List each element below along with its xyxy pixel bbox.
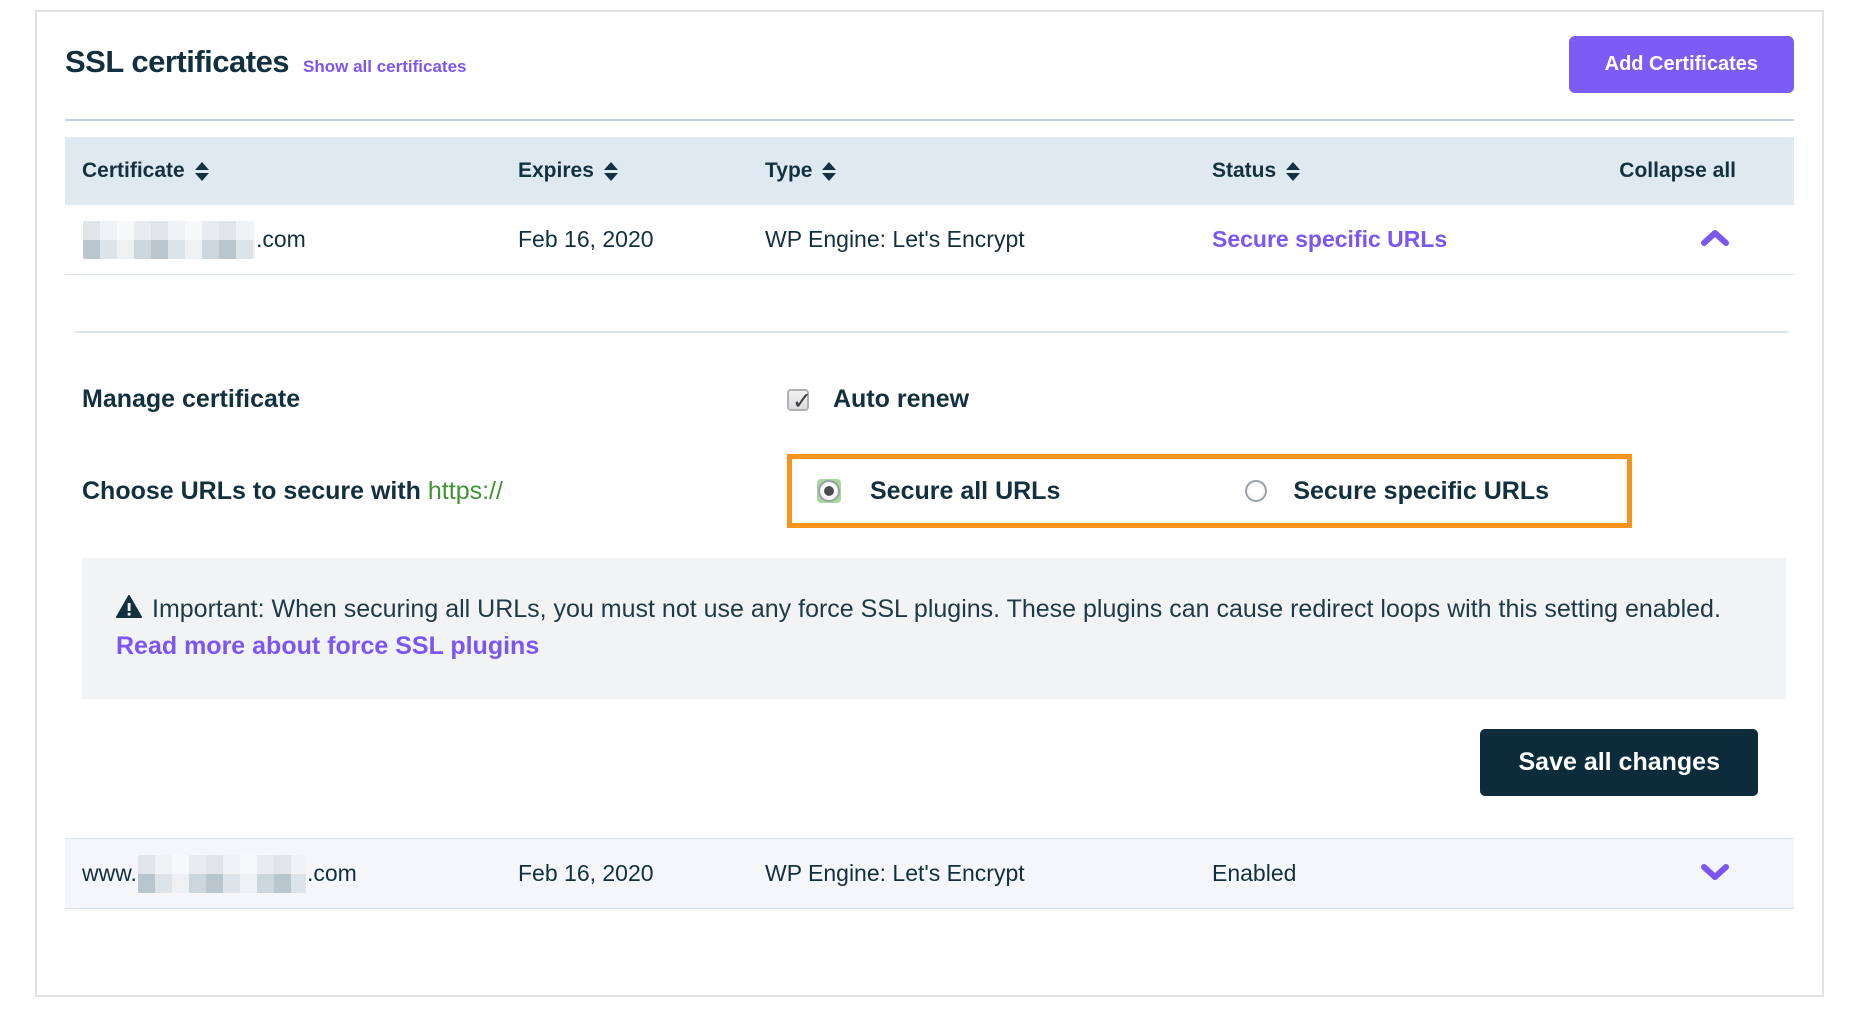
column-header-status: Status — [1212, 159, 1276, 183]
sort-icon-type[interactable] — [822, 162, 836, 181]
expires-cell: Feb 16, 2020 — [518, 226, 765, 253]
table-header-row: Certificate Expires Type Status — [65, 137, 1794, 205]
column-header-type: Type — [765, 159, 812, 183]
page-header: SSL certificates Show all certificates A… — [65, 36, 1794, 93]
certificate-prefix: www. — [82, 860, 137, 887]
warning-message-box: Important: When securing all URLs, you m… — [82, 558, 1786, 699]
manage-certificate-row: Manage certificate ✓ Auto renew — [65, 385, 1794, 414]
page-title: SSL certificates — [65, 44, 289, 80]
ssl-certificates-card: SSL certificates Show all certificates A… — [35, 10, 1824, 997]
column-header-certificate: Certificate — [82, 159, 185, 183]
sort-icon-certificate[interactable] — [195, 162, 209, 181]
table-row-certificate-2: www. .com Feb 16, 2020 WP Engine: Let's E… — [65, 839, 1794, 909]
status-link-secure-specific-urls[interactable]: Secure specific URLs — [1212, 226, 1447, 252]
collapse-all-control[interactable]: Collapse all — [1619, 159, 1736, 182]
type-cell: WP Engine: Let's Encrypt — [765, 860, 1212, 887]
type-cell: WP Engine: Let's Encrypt — [765, 226, 1212, 253]
table-row-certificate-1: .com Feb 16, 2020 WP Engine: Let's Encry… — [65, 205, 1794, 275]
radio-label-secure-all: Secure all URLs — [870, 477, 1060, 506]
warning-text: Important: When securing all URLs, you m… — [152, 595, 1721, 623]
column-header-expires: Expires — [518, 159, 594, 183]
choose-urls-text: Choose URLs to secure with — [82, 477, 421, 505]
chevron-down-icon[interactable] — [1700, 860, 1730, 887]
certificate-name-cell: .com — [65, 221, 518, 259]
https-protocol-text: https:// — [428, 477, 503, 505]
panel-divider — [75, 331, 1788, 333]
certificate-suffix: .com — [307, 860, 357, 887]
certificate-suffix: .com — [256, 226, 306, 253]
header-divider — [65, 119, 1794, 121]
chevron-up-icon[interactable] — [1700, 226, 1730, 253]
add-certificates-button[interactable]: Add Certificates — [1569, 36, 1794, 93]
auto-renew-checkbox[interactable]: ✓ — [787, 389, 809, 411]
auto-renew-label: Auto renew — [833, 385, 969, 414]
manage-certificate-label: Manage certificate — [65, 385, 787, 414]
show-all-certificates-link[interactable]: Show all certificates — [303, 57, 466, 77]
choose-urls-label: Choose URLs to secure with https:// — [65, 477, 787, 506]
radio-selected-icon[interactable] — [818, 480, 840, 502]
sort-icon-status[interactable] — [1286, 162, 1300, 181]
redacted-domain-blur — [83, 221, 255, 259]
radio-option-secure-all-urls[interactable]: Secure all URLs — [814, 476, 1060, 506]
sort-icon-expires[interactable] — [604, 162, 618, 181]
save-all-changes-button[interactable]: Save all changes — [1480, 729, 1758, 796]
choose-urls-row: Choose URLs to secure with https:// Secu… — [65, 454, 1794, 528]
certificate-name-cell: www. .com — [65, 855, 518, 893]
certificates-table: Certificate Expires Type Status — [65, 137, 1794, 909]
expires-cell: Feb 16, 2020 — [518, 860, 765, 887]
certificate-detail-panel: Manage certificate ✓ Auto renew Choose U… — [65, 275, 1794, 839]
radio-focus-ring — [814, 476, 844, 506]
secure-urls-radio-group-highlighted: Secure all URLs Secure specific URLs — [787, 454, 1632, 528]
warning-triangle-icon — [116, 594, 142, 629]
radio-unselected-icon[interactable] — [1245, 480, 1267, 502]
checkmark-icon: ✓ — [792, 387, 812, 416]
radio-label-secure-specific: Secure specific URLs — [1293, 477, 1549, 506]
status-text-enabled: Enabled — [1212, 860, 1594, 887]
save-row: Save all changes — [65, 729, 1794, 796]
read-more-force-ssl-link[interactable]: Read more about force SSL plugins — [116, 632, 539, 660]
radio-option-secure-specific-urls[interactable]: Secure specific URLs — [1245, 477, 1549, 506]
redacted-domain-blur — [138, 855, 306, 893]
